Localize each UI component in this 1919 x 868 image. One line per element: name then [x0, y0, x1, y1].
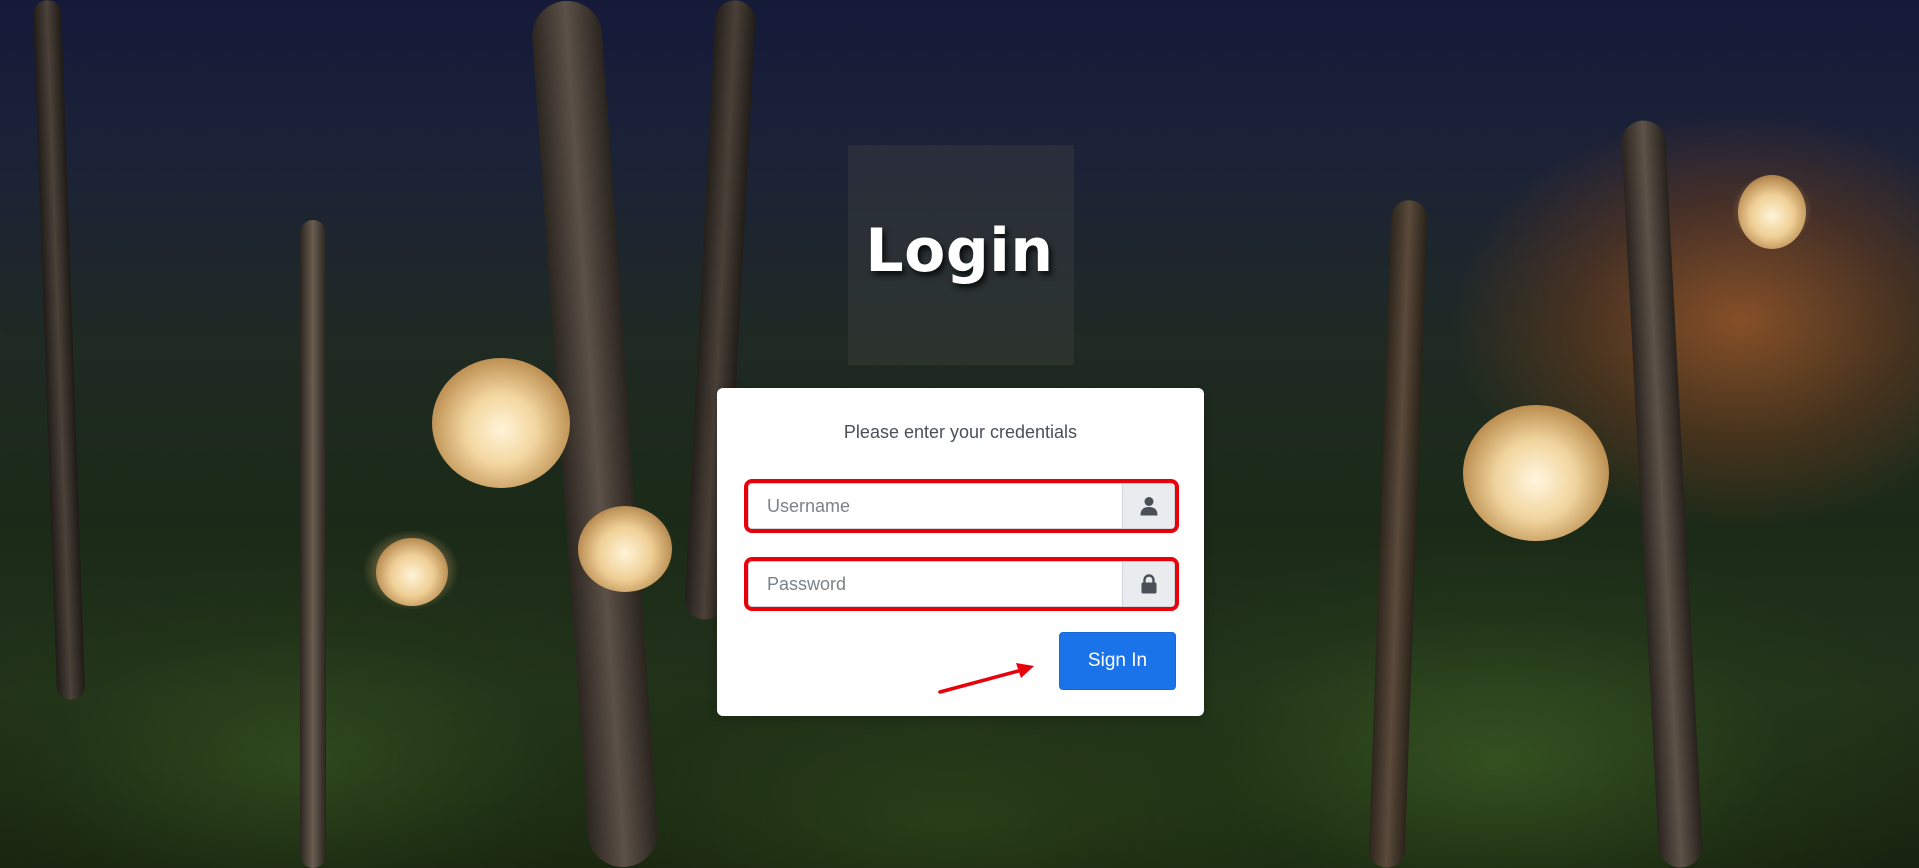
user-icon: [1122, 484, 1174, 528]
sign-in-button[interactable]: Sign In: [1059, 632, 1176, 690]
annotation-arrow-icon: [938, 663, 1034, 694]
background-lantern: [376, 538, 448, 606]
background-tree-trunk: [1368, 199, 1428, 868]
background-tree-trunk: [32, 0, 86, 701]
username-input-group: [744, 479, 1179, 533]
username-input[interactable]: [749, 484, 1122, 528]
background-lantern: [432, 358, 570, 488]
password-input-group: [744, 557, 1179, 611]
login-subtitle: Please enter your credentials: [843, 422, 1078, 442]
page-title: Login: [865, 216, 1054, 286]
background-lantern: [578, 506, 672, 592]
password-input[interactable]: [749, 562, 1122, 606]
background-lamp-post: [300, 220, 326, 868]
background-lantern: [1463, 405, 1609, 541]
lock-icon: [1122, 562, 1174, 606]
